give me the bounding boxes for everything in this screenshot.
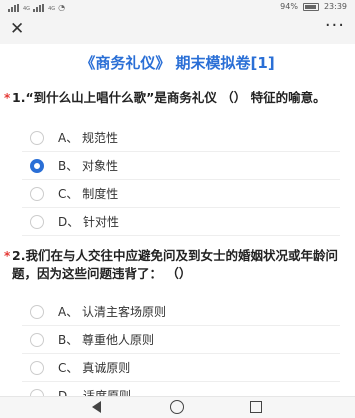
question-1-options: A、 规范性 B、 对象性 C、 制度性 D、 针对性 <box>22 124 340 236</box>
question-text: 2.我们在与人交往中应避免问及到女士的婚姻状况或年龄问题，因为这些问题违背了： … <box>12 248 338 281</box>
radio-button[interactable] <box>30 360 44 375</box>
option-a[interactable]: A、 规范性 <box>22 124 340 152</box>
battery-percent: 94% <box>280 2 298 11</box>
recent-apps-icon[interactable] <box>250 401 262 413</box>
page-title: 《商务礼仪》 期末模拟卷[1] <box>80 54 275 72</box>
option-b[interactable]: B、 尊重他人原则 <box>22 326 340 354</box>
radio-button[interactable] <box>30 304 44 319</box>
required-mark: * <box>4 249 11 263</box>
option-d[interactable]: D、 针对性 <box>22 208 340 236</box>
option-a[interactable]: A、 认清主客场原则 <box>22 298 340 326</box>
option-b[interactable]: B、 对象性 <box>22 152 340 180</box>
status-right: 94% 23:39 <box>280 2 347 11</box>
option-c[interactable]: C、 制度性 <box>22 180 340 208</box>
radio-button[interactable] <box>30 214 44 229</box>
required-mark: * <box>4 91 11 105</box>
option-label: C、 制度性 <box>58 187 119 201</box>
signal-label: 4G <box>48 6 56 12</box>
close-icon[interactable]: ✕ <box>10 19 24 39</box>
home-icon[interactable] <box>170 400 184 414</box>
status-bar: 4G 4G ◔ 94% 23:39 <box>0 0 355 16</box>
question-text: 1.“到什么山上唱什么歌”是商务礼仪 （） 特征的喻意。 <box>12 90 326 105</box>
option-label: D、 针对性 <box>58 215 120 229</box>
option-label: B、 对象性 <box>58 159 119 173</box>
radio-button[interactable] <box>30 186 44 201</box>
radio-button-selected[interactable] <box>30 158 44 173</box>
clock: 23:39 <box>323 2 347 11</box>
radio-button[interactable] <box>30 130 44 145</box>
radio-button[interactable] <box>30 332 44 347</box>
question-2-options: A、 认清主客场原则 B、 尊重他人原则 C、 真诚原则 D、 适度原则 <box>22 298 340 410</box>
signal-group: 4G 4G ◔ <box>8 3 65 12</box>
signal-icon <box>33 4 45 12</box>
question-1: * 1.“到什么山上唱什么歌”是商务礼仪 （） 特征的喻意。 <box>4 89 342 107</box>
more-icon[interactable]: ··· <box>325 16 345 36</box>
option-label: C、 真诚原则 <box>58 361 131 375</box>
option-label: A、 认清主客场原则 <box>58 305 167 319</box>
wifi-icon: ◔ <box>58 3 66 12</box>
option-label: A、 规范性 <box>58 131 119 145</box>
back-icon[interactable] <box>92 401 101 413</box>
top-bar: ✕ ··· <box>0 16 355 44</box>
signal-label: 4G <box>23 6 31 12</box>
option-c[interactable]: C、 真诚原则 <box>22 354 340 382</box>
question-2: * 2.我们在与人交往中应避免问及到女士的婚姻状况或年龄问题，因为这些问题违背了… <box>4 247 342 283</box>
battery-icon <box>302 2 319 11</box>
option-label: B、 尊重他人原则 <box>58 333 155 347</box>
system-nav-bar <box>0 396 355 418</box>
signal-icon <box>8 4 19 12</box>
